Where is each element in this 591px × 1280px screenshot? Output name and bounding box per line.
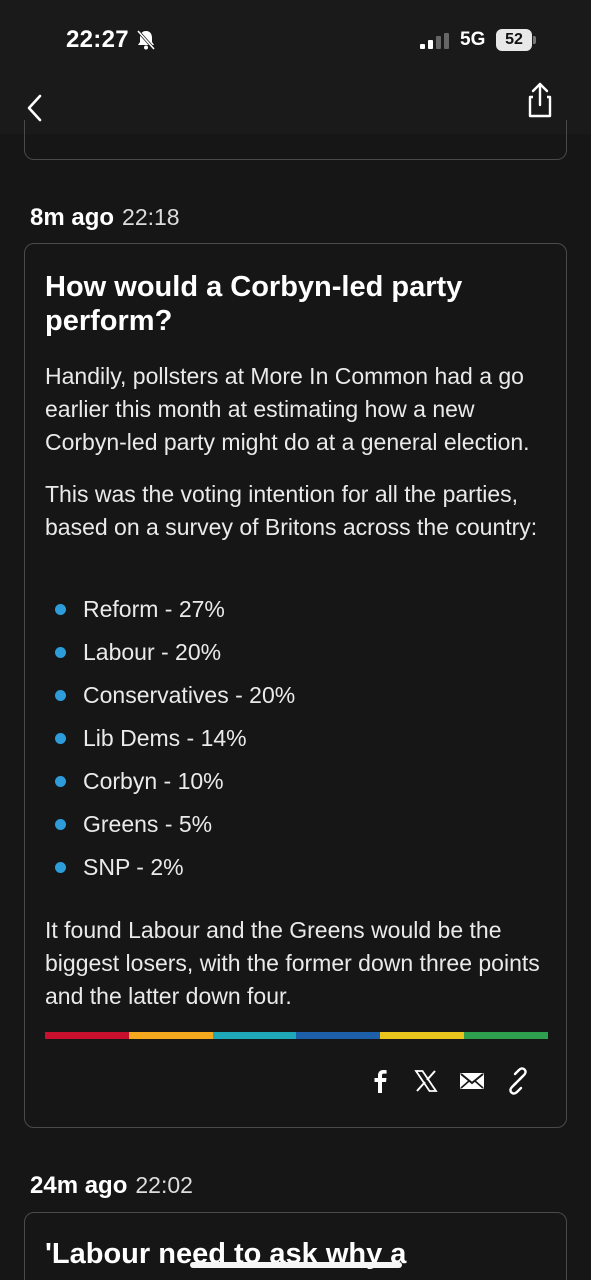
brand-color-stripe <box>45 1032 548 1039</box>
list-item: Reform - 27% <box>45 594 525 637</box>
list-item: Greens - 5% <box>45 809 525 852</box>
list-item-text: Lib Dems - 14% <box>83 725 247 751</box>
stripe-segment <box>128 1032 213 1039</box>
live-post-card: How would a Corbyn-led party perform? Ha… <box>24 243 567 1128</box>
bullet-dot <box>55 862 66 873</box>
bullet-dot <box>55 604 66 615</box>
bullet-dot <box>55 647 66 658</box>
list-item-text: Conservatives - 20% <box>83 682 296 708</box>
post-headline: How would a Corbyn-led party perform? <box>45 271 463 337</box>
signal-strength-icon <box>420 33 449 49</box>
battery-level: 52 <box>496 29 532 51</box>
bullet-dot <box>55 733 66 744</box>
post-timestamp: 22:02 <box>135 1172 193 1198</box>
list-item-text: Greens - 5% <box>83 811 213 837</box>
facebook-icon[interactable] <box>365 1066 395 1096</box>
list-item: Conservatives - 20% <box>45 680 525 723</box>
bullet-dot <box>55 776 66 787</box>
email-icon[interactable] <box>457 1066 487 1096</box>
share-icon[interactable] <box>520 80 560 120</box>
list-item: Labour - 20% <box>45 637 525 680</box>
list-item: SNP - 2% <box>45 852 525 895</box>
stripe-segment <box>212 1032 297 1039</box>
home-indicator[interactable] <box>190 1262 402 1268</box>
post-time-ago: 8m ago <box>30 204 115 231</box>
battery-icon: 52 <box>496 29 536 51</box>
post-paragraph: This was the voting intention for all th… <box>45 481 538 540</box>
post-paragraph: Handily, pollsters at More In Common had… <box>45 363 530 455</box>
stripe-segment <box>464 1032 548 1039</box>
stripe-segment <box>380 1032 465 1039</box>
post-meta: 24m ago 22:02 <box>30 1172 193 1200</box>
network-type: 5G <box>460 29 486 50</box>
post-timestamp: 22:18 <box>122 204 180 230</box>
stripe-segment <box>296 1032 381 1039</box>
live-post-card: 'Labour need to ask why a <box>24 1212 567 1280</box>
post-paragraph: It found Labour and the Greens would be … <box>45 917 540 1009</box>
post-meta: 8m ago 22:18 <box>30 204 180 232</box>
list-item-text: Corbyn - 10% <box>83 768 224 794</box>
poll-results-list: Reform - 27% Labour - 20% Conservatives … <box>45 594 525 895</box>
bullet-dot <box>55 819 66 830</box>
previous-post-card <box>24 120 567 160</box>
x-icon[interactable] <box>411 1066 441 1096</box>
list-item-text: SNP - 2% <box>83 854 184 880</box>
stripe-segment <box>45 1032 129 1039</box>
status-time: 22:27 <box>66 26 129 53</box>
bell-muted-icon <box>136 30 156 50</box>
post-time-ago: 24m ago <box>30 1172 128 1199</box>
list-item-text: Reform - 27% <box>83 596 225 622</box>
bullet-dot <box>55 690 66 701</box>
status-bar: 22:27 5G 52 <box>0 0 591 80</box>
list-item: Lib Dems - 14% <box>45 723 525 766</box>
link-icon[interactable] <box>503 1066 533 1096</box>
list-item: Corbyn - 10% <box>45 766 525 809</box>
list-item-text: Labour - 20% <box>83 639 222 665</box>
share-row <box>365 1066 545 1100</box>
